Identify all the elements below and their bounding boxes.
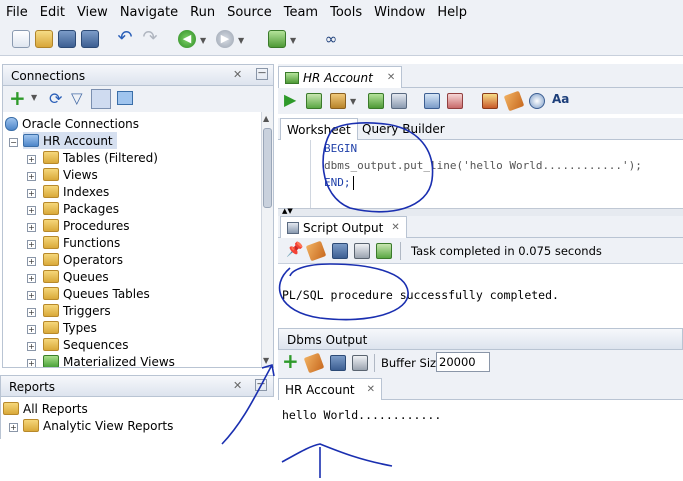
annotation-circle-code: [322, 122, 434, 213]
annotation-circle-output: [278, 263, 409, 321]
annotation-arrow-enable: [221, 364, 273, 445]
annotation-overlay: [221, 122, 434, 478]
annotation-arrowhead-result: [281, 443, 393, 467]
annotation-arrowhead-enable: [261, 363, 275, 377]
